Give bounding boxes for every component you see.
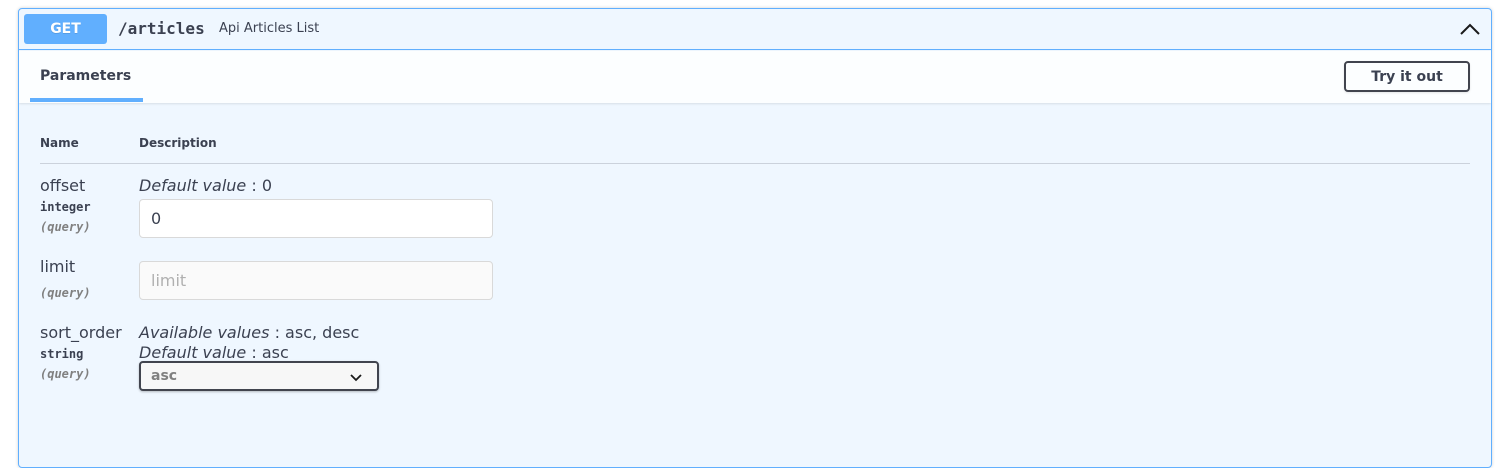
available-values-label: Available values — [139, 323, 270, 342]
tab-active-indicator — [30, 98, 143, 102]
limit-input[interactable] — [139, 261, 493, 300]
chevron-up-icon[interactable] — [1459, 19, 1481, 39]
sort-order-select[interactable]: asc — [139, 361, 379, 391]
operation-summary-text: Api Articles List — [219, 21, 320, 36]
param-default-offset: Default value : 0 — [139, 176, 272, 195]
tab-parameters[interactable]: Parameters — [30, 51, 141, 101]
param-in-limit: (query) — [40, 286, 91, 300]
param-name-limit: limit — [40, 257, 76, 276]
param-default-sort-order: Default value : asc — [139, 343, 289, 362]
param-type-sort-order: string — [40, 347, 84, 361]
param-name-offset: offset — [40, 176, 86, 195]
method-badge: GET — [24, 14, 107, 44]
default-value-label: Default value — [139, 343, 247, 362]
select-value: asc — [151, 368, 178, 384]
param-in-sort-order: (query) — [40, 367, 91, 381]
default-value-label: Default value — [139, 176, 247, 195]
operation-summary[interactable]: GET /articles Api Articles List — [19, 9, 1491, 50]
param-available-sort-order: Available values : asc, desc — [139, 323, 359, 342]
column-header-name: Name — [40, 136, 79, 150]
default-value: : 0 — [251, 176, 272, 195]
operation-path: /articles — [118, 19, 205, 38]
offset-input[interactable] — [139, 199, 493, 238]
available-values: : asc, desc — [274, 323, 360, 342]
parameters-header: Parameters Try it out — [19, 51, 1491, 103]
operation-block-get-articles: GET /articles Api Articles List Paramete… — [18, 8, 1492, 468]
param-type-offset: integer — [40, 200, 91, 214]
default-value: : asc — [251, 343, 289, 362]
header-divider — [40, 163, 1470, 164]
chevron-down-icon — [349, 370, 363, 384]
param-name-sort-order: sort_order — [40, 323, 122, 342]
column-header-description: Description — [139, 136, 217, 150]
param-in-offset: (query) — [40, 220, 91, 234]
try-it-out-button[interactable]: Try it out — [1344, 61, 1470, 92]
